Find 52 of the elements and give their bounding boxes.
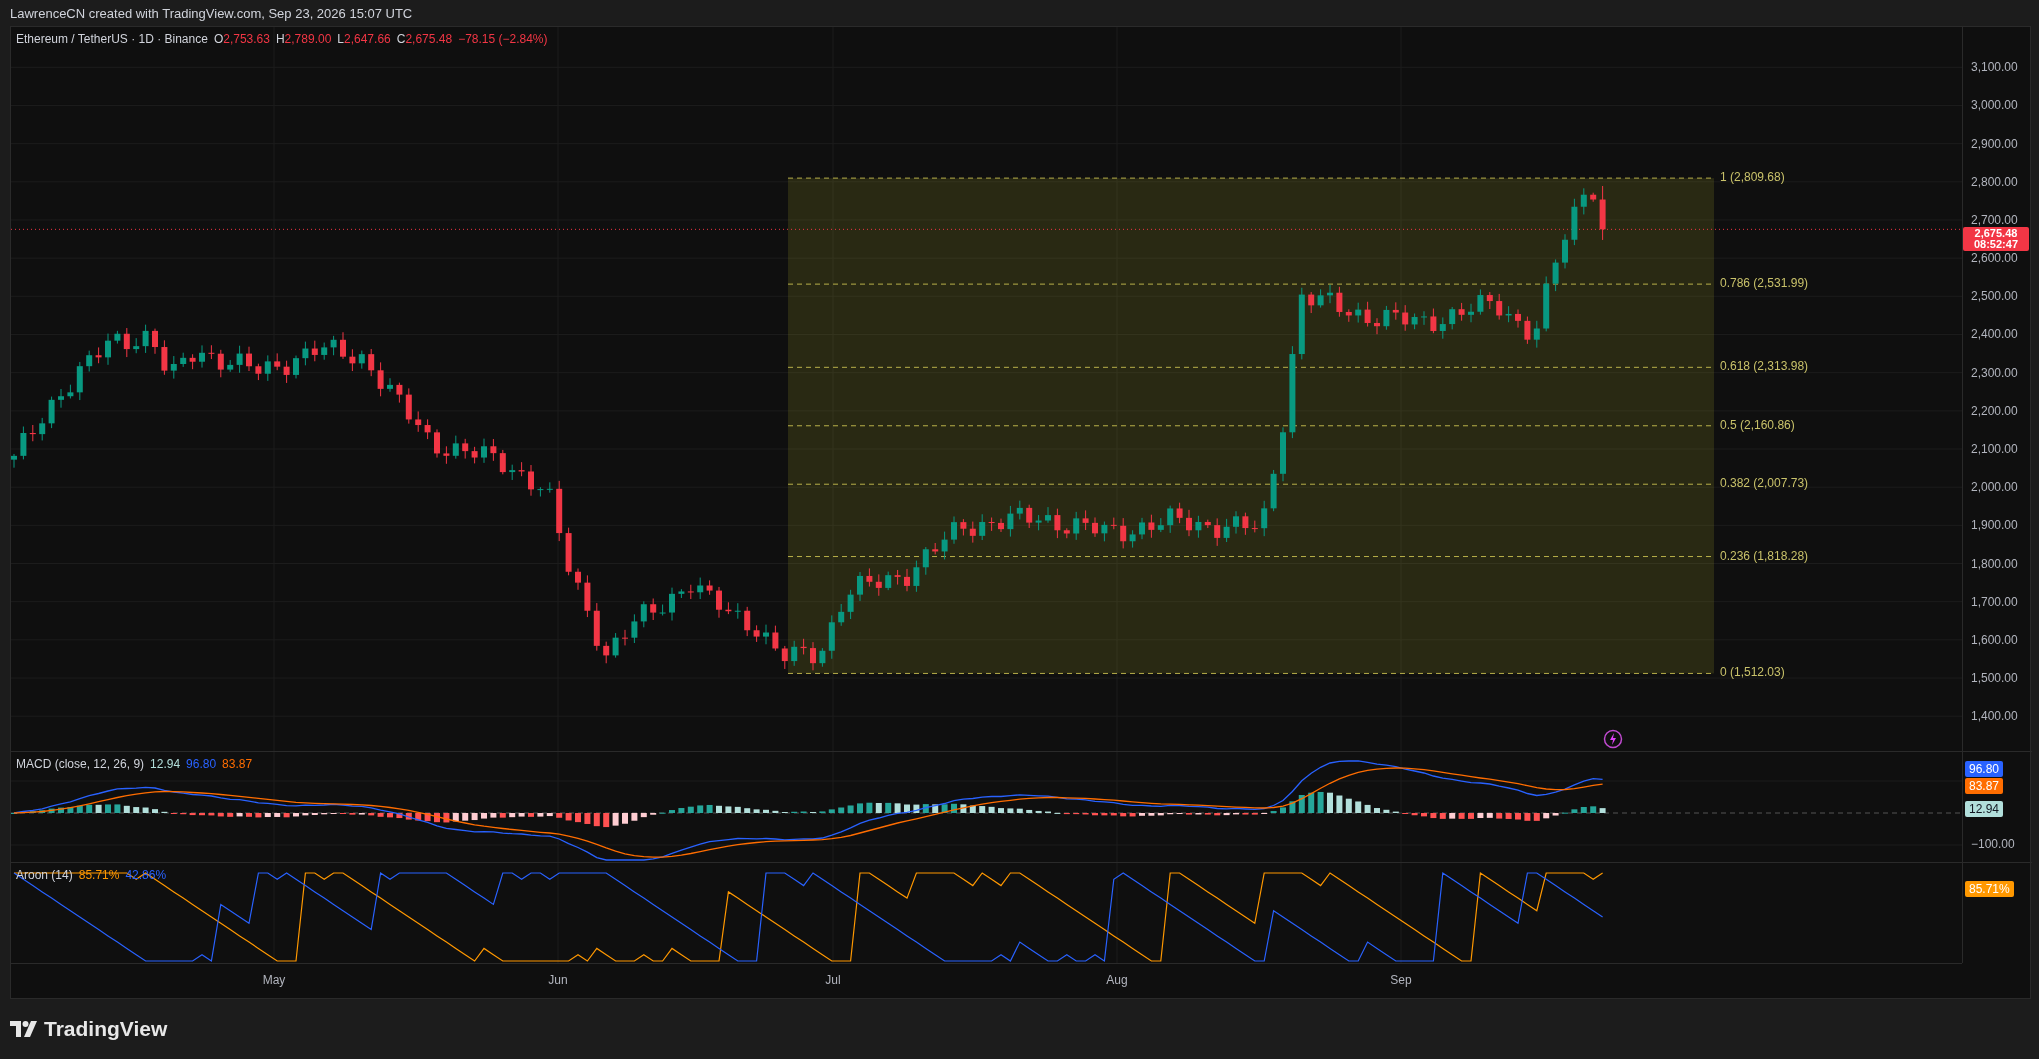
price-axis-label: 1,400.00: [1971, 710, 2018, 723]
price-change: −78.15 (−2.84%): [458, 32, 548, 46]
time-axis-label: Jul: [825, 973, 841, 987]
ohlc-value: O2,753.63: [213, 32, 270, 46]
indicator-value-tag: 83.87: [1965, 778, 2004, 794]
price-axis-label: 2,700.00: [1971, 213, 2018, 226]
indicator-value-tag: 85.71%: [1965, 881, 2014, 897]
fibonacci-level-label: 0.618 (2,313.98): [1720, 359, 1809, 374]
price-axis-label: 1,500.00: [1971, 672, 2018, 684]
ohlc-value: H2,789.00: [275, 32, 332, 46]
fibonacci-level-label: 0 (1,512.03): [1720, 665, 1785, 680]
price-axis-label: 2,800.00: [1971, 175, 2018, 188]
countdown-label: 08:52:47: [1973, 238, 2018, 250]
price-axis-label: 2,300.00: [1971, 366, 2018, 379]
macd-axis-label: −100.00: [1971, 838, 2015, 850]
time-axis-label: Jun: [548, 973, 568, 987]
indicator-value: 12.94: [150, 757, 181, 771]
last-price-label: 2,675.48: [1974, 227, 2018, 239]
price-axis-label: 2,600.00: [1971, 252, 2018, 265]
fibonacci-level-label: 0.786 (2,531.99): [1720, 276, 1809, 291]
time-axis-label: Sep: [1390, 973, 1412, 987]
price-axis-label: 1,900.00: [1971, 519, 2018, 532]
lightning-icon[interactable]: [1603, 729, 1623, 749]
price-axis-label: 1,800.00: [1971, 557, 2018, 570]
ohlc-value: C2,675.48: [396, 32, 453, 46]
fibonacci-level-label: 0.236 (1,818.28): [1720, 548, 1809, 563]
logo-text: TradingView: [44, 1017, 168, 1041]
price-axis-label: 2,500.00: [1971, 290, 2018, 303]
fibonacci-level-label: 0.382 (2,007.73): [1720, 476, 1809, 491]
price-axis-label: 2,000.00: [1971, 481, 2018, 494]
price-axis-label: 2,400.00: [1971, 328, 2018, 341]
price-axis-label: 1,600.00: [1971, 633, 2018, 646]
time-axis-label: Aug: [1106, 973, 1128, 987]
indicator-value-tag: 96.80: [1965, 761, 2004, 777]
indicator-value: 96.80: [186, 757, 217, 771]
symbol-title: Ethereum / TetherUS · 1D · Binance: [16, 32, 208, 46]
ohlc-value: L2,647.66: [337, 32, 391, 46]
macd-title: MACD (close, 12, 26, 9): [16, 757, 145, 771]
logo-icon: [10, 1021, 38, 1037]
price-axis-label: 2,900.00: [1971, 137, 2018, 150]
price-axis-label: 1,700.00: [1971, 595, 2018, 608]
indicator-value-tag: 12.94: [1965, 801, 2004, 817]
price-axis-label: 2,200.00: [1971, 404, 2018, 417]
indicator-value: 83.87: [222, 757, 253, 771]
indicator-value: 85.71%: [78, 868, 120, 882]
time-axis-label: May: [262, 973, 286, 987]
price-axis-label: 3,100.00: [1971, 61, 2018, 74]
attribution-text: LawrenceCN created with TradingView.com, Sep 23, 2026 15:07 UTC: [10, 5, 413, 21]
fibonacci-level-label: 0.5 (2,160.86): [1720, 417, 1795, 432]
price-axis-label: 2,100.00: [1971, 443, 2018, 455]
fibonacci-level-label: 1 (2,809.68): [1720, 170, 1785, 185]
price-axis-label: 3,000.00: [1971, 99, 2018, 112]
